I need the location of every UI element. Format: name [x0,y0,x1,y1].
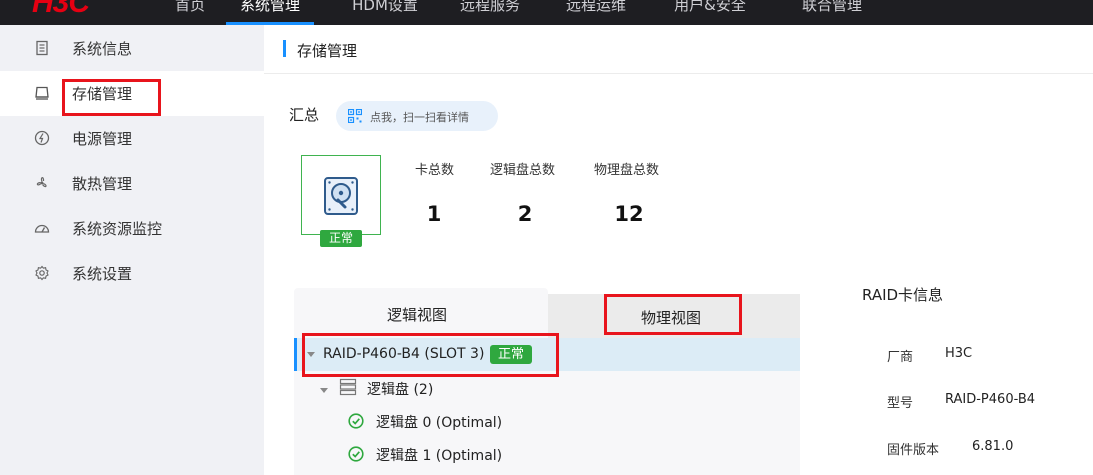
summary-heading: 汇总 [289,106,320,124]
document-icon [36,40,48,56]
disk-group-icon [339,378,357,396]
qr-hint-text: 点我，扫一扫看详情 [370,111,469,124]
sidebar-item-system-info[interactable]: 系统信息 [0,26,264,71]
tree-row-logical-group[interactable]: 逻辑盘 (2) [367,379,433,399]
page-title-accent [283,40,286,57]
qr-code-icon [348,109,362,123]
sidebar-item-label: 系统设置 [72,265,133,283]
sidebar-item-label: 散热管理 [72,175,133,193]
nav-remote-ops[interactable]: 远程运维 [556,0,636,25]
storage-status-card [301,155,381,235]
nav-federated-management[interactable]: 联合管理 [792,0,872,25]
tree-row-logical-disk-1[interactable]: 逻辑盘 1 (Optimal) [376,445,502,465]
sidebar-item-label: 电源管理 [72,130,133,148]
model-value: RAID-P460-B4 [945,392,1036,407]
sidebar-item-cooling[interactable]: 散热管理 [0,161,264,206]
sidebar-item-power[interactable]: 电源管理 [0,116,264,161]
tab-logical-view-label: 逻辑视图 [387,306,448,324]
qr-scan-button[interactable]: 点我，扫一扫看详情 [336,101,498,131]
vendor-label: 厂商 [887,350,914,365]
model-label: 型号 [887,396,914,411]
top-nav: H3C 首页 系统管理 HDM设置 远程服务 远程运维 用户&安全 联合管理 [0,0,1093,25]
highlight-physical-view-tab [604,294,742,335]
check-circle-icon [348,413,364,429]
sidebar-item-system-settings[interactable]: 系统设置 [0,251,264,296]
card-count-label: 卡总数 [415,163,455,178]
highlight-storage-menu [62,79,161,116]
vendor-value: H3C [945,346,973,361]
sidebar-item-resource-monitor[interactable]: 系统资源监控 [0,206,264,251]
brand-logo[interactable]: H3C [32,0,90,20]
nav-user-security[interactable]: 用户&安全 [660,0,760,25]
fan-icon [36,177,47,188]
nav-hdm-settings[interactable]: HDM设置 [340,0,430,25]
logical-disk-count-value: 2 [517,202,533,226]
page-header: 存储管理 [264,25,1093,74]
gauge-icon [34,224,50,233]
tree-selection-indicator [294,338,297,371]
highlight-raid-controller [302,333,559,377]
power-icon [34,130,50,146]
nav-home[interactable]: 首页 [160,0,220,25]
page-title: 存储管理 [297,42,358,60]
firmware-value: 6.81.0 [972,439,1014,454]
check-circle-icon [348,446,364,462]
tree-row-logical-disk-0[interactable]: 逻辑盘 0 (Optimal) [376,412,502,432]
nav-remote-service[interactable]: 远程服务 [450,0,530,25]
status-badge: 正常 [320,230,362,247]
firmware-label: 固件版本 [887,443,940,458]
drive-icon [35,86,49,100]
gear-icon [35,265,49,281]
card-count-value: 1 [426,202,442,226]
logical-disk-count-label: 逻辑盘总数 [490,163,556,178]
physical-disk-count-value: 12 [614,202,644,226]
hard-disk-icon [324,177,358,215]
caret-down-icon[interactable] [320,388,328,393]
raid-info-heading: RAID卡信息 [862,286,944,304]
physical-disk-count-label: 物理盘总数 [594,163,660,178]
sidebar-item-label: 系统信息 [72,40,133,58]
sidebar-item-label: 系统资源监控 [72,220,163,238]
